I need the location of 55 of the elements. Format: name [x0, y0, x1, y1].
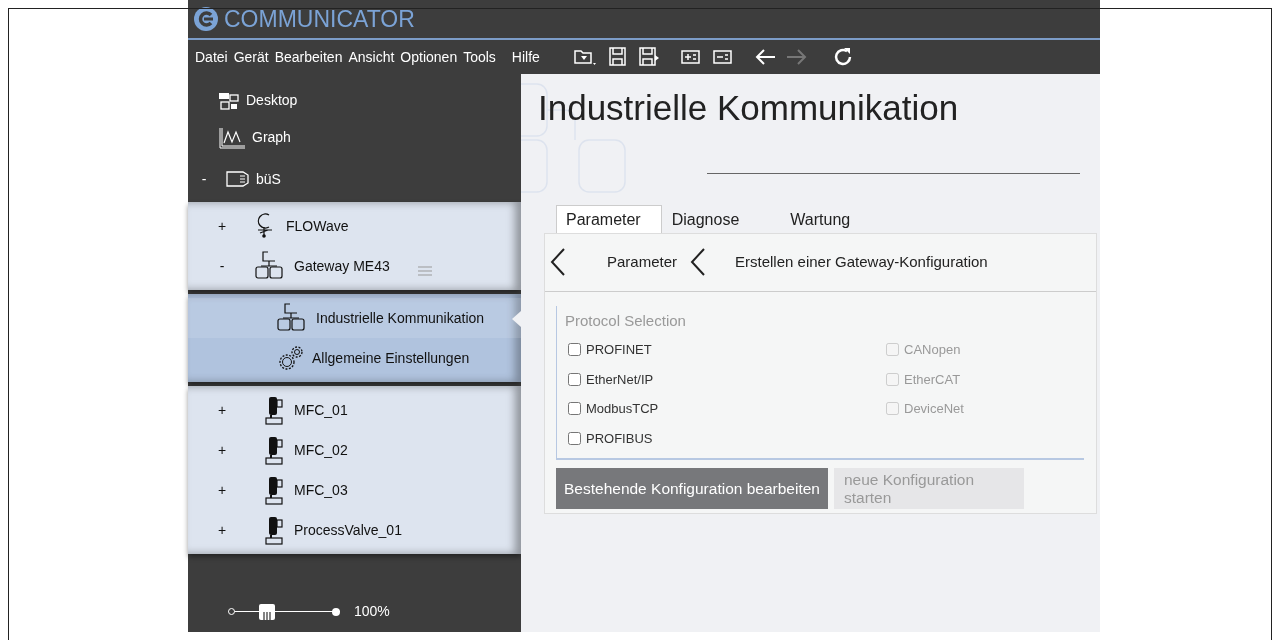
expand-toggle[interactable]: + — [214, 479, 230, 501]
tab[interactable]: Wartung — [780, 204, 872, 233]
action-button[interactable]: Bestehende Konfiguration bearbeiten — [556, 468, 828, 510]
checkbox[interactable] — [568, 431, 581, 445]
menu-item[interactable]: Gerät — [230, 46, 272, 68]
option-label: PROFIBUS — [586, 429, 653, 448]
option-label: EtherNet/IP — [586, 370, 654, 389]
option-label: PROFINET — [586, 341, 652, 359]
sidebar-item[interactable]: Graph — [252, 127, 291, 148]
tab[interactable]: Parameter — [556, 204, 662, 233]
collapse-toggle[interactable]: - — [196, 168, 212, 190]
collapse-toggle[interactable]: - — [214, 255, 230, 277]
checkbox[interactable] — [568, 343, 581, 357]
slider-thumb[interactable] — [259, 603, 276, 620]
menu-item[interactable]: Hilfe — [508, 46, 543, 68]
sidebar-item[interactable]: Desktop — [246, 90, 298, 111]
expand-toggle[interactable]: + — [214, 215, 230, 237]
menu-item[interactable]: Tools — [460, 46, 499, 68]
tree-item[interactable]: büS — [256, 168, 281, 190]
back-chevron-icon[interactable] — [549, 247, 567, 277]
graph-icon — [218, 126, 246, 149]
tree-item[interactable]: MFC_01 — [294, 399, 348, 421]
tree-item[interactable]: Gateway ME43 — [294, 255, 390, 277]
menu-item[interactable]: Datei — [192, 46, 231, 68]
logo-icon — [194, 7, 218, 31]
page-title: Industrielle Kommunikation — [538, 87, 960, 129]
desktop-icon — [218, 91, 240, 110]
tree-item[interactable]: ProcessValve_01 — [294, 519, 402, 541]
expand-toggle[interactable]: + — [214, 399, 230, 421]
expand-toggle[interactable]: + — [214, 439, 230, 461]
save-icon — [636, 45, 661, 69]
back-chevron-icon[interactable] — [689, 247, 708, 277]
tree-item[interactable]: FLOWave — [286, 215, 349, 237]
option-label: CANopen — [904, 341, 961, 359]
menu-item[interactable]: Optionen — [397, 46, 461, 68]
tree-item[interactable]: Allgemeine Einstellungen — [312, 347, 470, 369]
checkbox[interactable] — [568, 372, 581, 386]
menu-item[interactable]: Bearbeiten — [271, 46, 346, 68]
bus-icon — [226, 171, 250, 187]
tab[interactable]: Diagnose — [661, 204, 781, 233]
checkbox[interactable] — [568, 402, 581, 416]
breadcrumb-item[interactable]: Parameter — [607, 250, 678, 274]
expand-toggle[interactable]: + — [214, 519, 230, 541]
app-title: COMMUNICATOR — [224, 7, 415, 31]
menu-item[interactable]: Ansicht — [345, 46, 398, 68]
option-label: EtherCAT — [904, 370, 961, 389]
option-label: DeviceNet — [904, 400, 964, 418]
tree-item[interactable]: MFC_02 — [294, 439, 348, 461]
breadcrumb-item[interactable]: Erstellen einer Gateway-Konfiguration — [735, 250, 988, 274]
gears-icon — [276, 343, 306, 373]
section-legend: Protocol Selection — [565, 309, 1084, 332]
option-label: ModbusTCP — [586, 400, 659, 418]
save-icon — [606, 45, 629, 69]
zoom-level: 100% — [354, 602, 390, 621]
tree-item[interactable]: MFC_03 — [294, 479, 348, 501]
